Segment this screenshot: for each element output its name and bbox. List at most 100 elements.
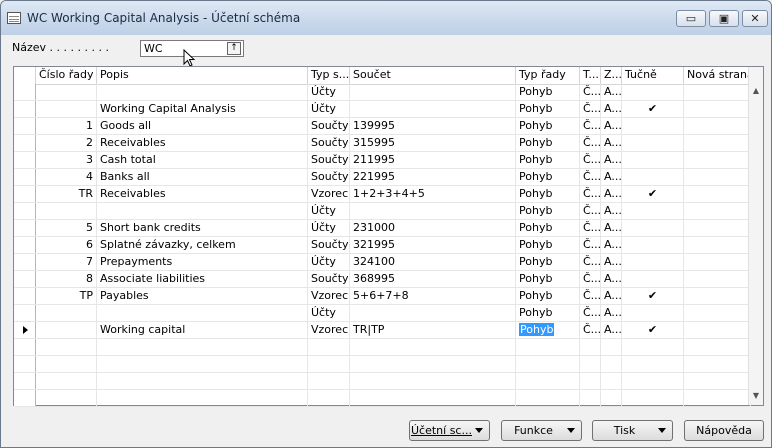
- close-button[interactable]: ✕: [742, 10, 768, 27]
- cell-tucne[interactable]: [622, 339, 684, 355]
- row-selector[interactable]: [14, 135, 36, 151]
- cell-typ-rady[interactable]: Pohyb: [516, 288, 580, 304]
- cell-z[interactable]: A...: [601, 118, 622, 134]
- cell-soucet[interactable]: [350, 101, 516, 117]
- table-row[interactable]: 3 Cash total Součty 211995 Pohyb Č... A...: [14, 152, 751, 169]
- cell-tucne[interactable]: [622, 135, 684, 151]
- ucetni-schema-button[interactable]: Účetní sc...: [409, 420, 490, 441]
- cell-popis[interactable]: Working Capital Analysis: [97, 101, 308, 117]
- current-row-indicator[interactable]: [14, 322, 36, 338]
- cell-nova[interactable]: [684, 84, 751, 100]
- cell-typ[interactable]: Součty: [308, 118, 350, 134]
- cell-popis[interactable]: Prepayments: [97, 254, 308, 270]
- cell-typ-rady[interactable]: Pohyb: [516, 237, 580, 253]
- cell-typ[interactable]: Součty: [308, 169, 350, 185]
- cell-cislo[interactable]: 3: [36, 152, 97, 168]
- cell-typ-rady[interactable]: Pohyb: [516, 135, 580, 151]
- cell-typ-rady[interactable]: [516, 339, 580, 355]
- cell-z[interactable]: A...: [601, 254, 622, 270]
- cell-nova[interactable]: [684, 101, 751, 117]
- table-row[interactable]: Účty Pohyb Č... A...: [14, 84, 751, 101]
- cell-typ-rady[interactable]: Pohyb: [516, 322, 580, 338]
- cell-t[interactable]: Č...: [580, 237, 601, 253]
- cell-popis[interactable]: [97, 339, 308, 355]
- row-selector[interactable]: [14, 186, 36, 202]
- cell-soucet[interactable]: 368995: [350, 271, 516, 287]
- cell-soucet[interactable]: [350, 339, 516, 355]
- cell-typ-rady[interactable]: Pohyb: [516, 305, 580, 321]
- cell-tucne[interactable]: ✔: [622, 322, 684, 338]
- cell-nova[interactable]: [684, 288, 751, 304]
- header-popis[interactable]: Popis: [97, 67, 308, 84]
- cell-soucet[interactable]: [350, 390, 516, 406]
- cell-cislo[interactable]: TP: [36, 288, 97, 304]
- cell-tucne[interactable]: [622, 220, 684, 236]
- cell-typ[interactable]: [308, 356, 350, 372]
- cell-z[interactable]: A...: [601, 288, 622, 304]
- cell-typ-rady[interactable]: Pohyb: [516, 101, 580, 117]
- scroll-down-icon[interactable]: ▼: [749, 389, 763, 403]
- cell-t[interactable]: Č...: [580, 271, 601, 287]
- cell-nova[interactable]: [684, 322, 751, 338]
- cell-z[interactable]: A...: [601, 220, 622, 236]
- cell-popis[interactable]: Working capital: [97, 322, 308, 338]
- row-selector[interactable]: [14, 118, 36, 134]
- cell-t[interactable]: Č...: [580, 152, 601, 168]
- cell-soucet[interactable]: [350, 84, 516, 100]
- cell-z[interactable]: A...: [601, 84, 622, 100]
- table-row[interactable]: [14, 339, 751, 356]
- header-typ-rady[interactable]: Typ řady: [516, 67, 580, 84]
- cell-cislo[interactable]: 2: [36, 135, 97, 151]
- cell-tucne[interactable]: [622, 390, 684, 406]
- cell-popis[interactable]: Payables: [97, 288, 308, 304]
- row-selector[interactable]: [14, 254, 36, 270]
- table-row[interactable]: [14, 373, 751, 390]
- cell-nova[interactable]: [684, 390, 751, 406]
- cell-z[interactable]: A...: [601, 152, 622, 168]
- cell-popis[interactable]: [97, 373, 308, 389]
- cell-tucne[interactable]: [622, 373, 684, 389]
- cell-nova[interactable]: [684, 373, 751, 389]
- cell-tucne[interactable]: ✔: [622, 186, 684, 202]
- vertical-scrollbar[interactable]: ▲ ▼: [748, 67, 763, 405]
- row-selector[interactable]: [14, 356, 36, 372]
- row-selector[interactable]: [14, 288, 36, 304]
- cell-typ[interactable]: Vzorec: [308, 288, 350, 304]
- cell-tucne[interactable]: [622, 84, 684, 100]
- row-selector[interactable]: [14, 203, 36, 219]
- cell-cislo[interactable]: [36, 203, 97, 219]
- cell-nova[interactable]: [684, 203, 751, 219]
- header-nova-strana[interactable]: Nová strana: [684, 67, 751, 84]
- cell-cislo[interactable]: [36, 101, 97, 117]
- table-row[interactable]: [14, 390, 751, 407]
- cell-z[interactable]: A...: [601, 322, 622, 338]
- cell-typ[interactable]: Účty: [308, 203, 350, 219]
- header-cislo-rady[interactable]: Číslo řady: [36, 67, 97, 84]
- cell-t[interactable]: Č...: [580, 169, 601, 185]
- cell-typ-rady[interactable]: Pohyb: [516, 169, 580, 185]
- cell-tucne[interactable]: [622, 169, 684, 185]
- cell-tucne[interactable]: [622, 118, 684, 134]
- cell-soucet[interactable]: 5+6+7+8: [350, 288, 516, 304]
- cell-tucne[interactable]: [622, 356, 684, 372]
- table-row[interactable]: 4 Banks all Součty 221995 Pohyb Č... A...: [14, 169, 751, 186]
- cell-nova[interactable]: [684, 254, 751, 270]
- cell-cislo[interactable]: 7: [36, 254, 97, 270]
- cell-t[interactable]: Č...: [580, 135, 601, 151]
- cell-typ-rady[interactable]: [516, 390, 580, 406]
- cell-popis[interactable]: Associate liabilities: [97, 271, 308, 287]
- title-bar[interactable]: WC Working Capital Analysis - Účetní sch…: [1, 1, 771, 35]
- cell-tucne[interactable]: ✔: [622, 288, 684, 304]
- cell-popis[interactable]: Goods all: [97, 118, 308, 134]
- cell-cislo[interactable]: [36, 305, 97, 321]
- cell-z[interactable]: A...: [601, 169, 622, 185]
- row-selector[interactable]: [14, 169, 36, 185]
- header-soucet[interactable]: Součet: [350, 67, 516, 84]
- cell-popis[interactable]: [97, 84, 308, 100]
- cell-soucet[interactable]: 321995: [350, 237, 516, 253]
- minimize-button[interactable]: ▭: [676, 10, 706, 27]
- cell-nova[interactable]: [684, 186, 751, 202]
- cell-popis[interactable]: Banks all: [97, 169, 308, 185]
- cell-tucne[interactable]: [622, 271, 684, 287]
- cell-z[interactable]: A...: [601, 237, 622, 253]
